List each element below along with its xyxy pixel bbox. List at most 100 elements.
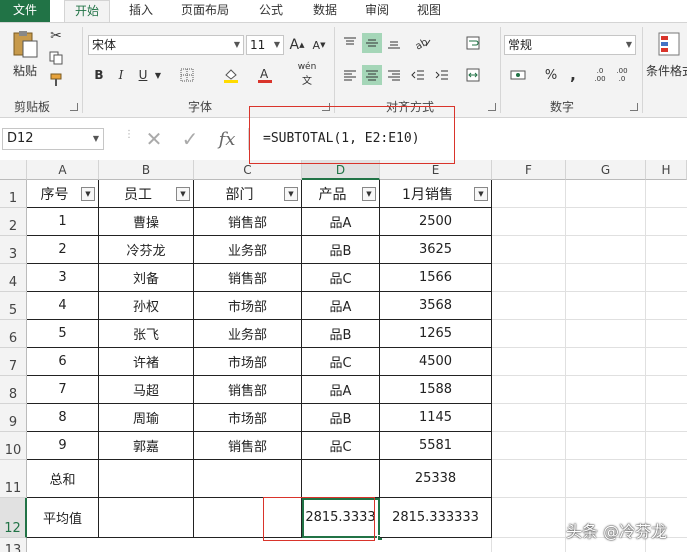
- filter-dropdown-icon[interactable]: ▼: [362, 187, 376, 201]
- table-cell[interactable]: 销售部: [194, 432, 302, 460]
- table-cell[interactable]: 9: [27, 432, 99, 460]
- table-cell[interactable]: 1566: [380, 264, 492, 292]
- align-right-icon[interactable]: [384, 65, 404, 85]
- table-cell[interactable]: 冷芬龙: [99, 236, 194, 264]
- tab-data[interactable]: 数据: [302, 0, 348, 22]
- table-cell[interactable]: 品B: [302, 404, 380, 432]
- filter-dropdown-icon[interactable]: ▼: [474, 187, 488, 201]
- borders-icon[interactable]: [176, 65, 198, 85]
- number-format-dropdown[interactable]: 常规 ▼: [504, 35, 636, 55]
- copy-icon[interactable]: [46, 49, 66, 67]
- table-cell[interactable]: 市场部: [194, 404, 302, 432]
- row-header-11[interactable]: 11: [0, 460, 27, 498]
- table-cell[interactable]: 周瑜: [99, 404, 194, 432]
- table-cell[interactable]: 孙权: [99, 292, 194, 320]
- font-name-dropdown[interactable]: 宋体 ▼: [88, 35, 244, 55]
- font-color-icon[interactable]: A: [254, 65, 276, 85]
- table-cell[interactable]: 7: [27, 376, 99, 404]
- wrap-text-icon[interactable]: [462, 33, 484, 53]
- select-all-corner[interactable]: [0, 160, 27, 180]
- align-bottom-icon[interactable]: [384, 33, 404, 53]
- table-cell[interactable]: 品B: [302, 236, 380, 264]
- table-cell[interactable]: 6: [27, 348, 99, 376]
- table-cell[interactable]: 4: [27, 292, 99, 320]
- table-cell[interactable]: 1: [27, 208, 99, 236]
- row-header-9[interactable]: 9: [0, 404, 27, 432]
- align-left-icon[interactable]: [340, 65, 360, 85]
- increase-indent-icon[interactable]: [432, 65, 452, 85]
- table-cell[interactable]: 销售部: [194, 264, 302, 292]
- table-cell[interactable]: 1265: [380, 320, 492, 348]
- conditional-formatting-icon[interactable]: [654, 29, 684, 59]
- column-header-b[interactable]: B: [99, 160, 194, 180]
- tab-page-layout[interactable]: 页面布局: [172, 0, 238, 22]
- table-cell[interactable]: [194, 460, 302, 498]
- column-header-a[interactable]: A: [27, 160, 99, 180]
- row-header-8[interactable]: 8: [0, 376, 27, 404]
- paste-icon[interactable]: [8, 27, 42, 61]
- table-cell[interactable]: 3625: [380, 236, 492, 264]
- row-header-6[interactable]: 6: [0, 320, 27, 348]
- phonetic-icon[interactable]: wén 文: [296, 62, 318, 87]
- italic-button[interactable]: I: [112, 65, 130, 85]
- decrease-indent-icon[interactable]: [408, 65, 428, 85]
- currency-icon[interactable]: [506, 65, 530, 85]
- row-header-3[interactable]: 3: [0, 236, 27, 264]
- tab-view[interactable]: 视图: [406, 0, 452, 22]
- table-cell[interactable]: 平均值: [27, 498, 99, 538]
- table-cell[interactable]: 市场部: [194, 348, 302, 376]
- table-cell[interactable]: 品A: [302, 376, 380, 404]
- row-header-1[interactable]: 1: [0, 180, 27, 208]
- table-cell[interactable]: 4500: [380, 348, 492, 376]
- table-cell[interactable]: 市场部: [194, 292, 302, 320]
- table-cell[interactable]: 2500: [380, 208, 492, 236]
- table-cell[interactable]: 1588: [380, 376, 492, 404]
- font-size-dropdown[interactable]: 11 ▼: [246, 35, 284, 55]
- header-cell[interactable]: 1月销售 ▼: [380, 180, 492, 208]
- header-cell[interactable]: 部门 ▼: [194, 180, 302, 208]
- row-header-7[interactable]: 7: [0, 348, 27, 376]
- table-cell[interactable]: [99, 498, 194, 538]
- table-cell[interactable]: 业务部: [194, 236, 302, 264]
- filter-dropdown-icon[interactable]: ▼: [81, 187, 95, 201]
- conditional-formatting-button[interactable]: 条件格式: [646, 63, 687, 78]
- align-top-icon[interactable]: [340, 33, 360, 53]
- shrink-font-button[interactable]: A ▼: [310, 35, 328, 55]
- header-cell[interactable]: 员工 ▼: [99, 180, 194, 208]
- table-cell[interactable]: 刘备: [99, 264, 194, 292]
- table-cell[interactable]: 销售部: [194, 376, 302, 404]
- table-cell[interactable]: 曹操: [99, 208, 194, 236]
- table-cell[interactable]: 业务部: [194, 320, 302, 348]
- table-cell[interactable]: 马超: [99, 376, 194, 404]
- orientation-icon[interactable]: ab: [410, 33, 436, 53]
- row-header-13[interactable]: 13: [0, 538, 27, 552]
- alignment-launcher-icon[interactable]: [488, 103, 496, 111]
- cut-icon[interactable]: ✂: [46, 27, 66, 45]
- align-middle-icon[interactable]: [362, 33, 382, 53]
- filter-dropdown-icon[interactable]: ▼: [176, 187, 190, 201]
- row-header-4[interactable]: 4: [0, 264, 27, 292]
- row-header-12[interactable]: 12: [0, 498, 27, 538]
- table-cell[interactable]: 总和: [27, 460, 99, 498]
- table-cell[interactable]: 许褚: [99, 348, 194, 376]
- row-header-10[interactable]: 10: [0, 432, 27, 460]
- table-cell[interactable]: [302, 460, 380, 498]
- confirm-icon[interactable]: ✓: [178, 127, 202, 151]
- table-cell[interactable]: 品C: [302, 432, 380, 460]
- tab-insert[interactable]: 插入: [118, 0, 164, 22]
- cancel-icon[interactable]: ✕: [142, 127, 166, 151]
- header-cell[interactable]: 序号 ▼: [27, 180, 99, 208]
- column-header-g[interactable]: G: [566, 160, 646, 180]
- underline-button[interactable]: U: [134, 65, 152, 85]
- table-cell[interactable]: 3568: [380, 292, 492, 320]
- row-header-2[interactable]: 2: [0, 208, 27, 236]
- header-cell[interactable]: 产品 ▼: [302, 180, 380, 208]
- table-cell[interactable]: 品C: [302, 348, 380, 376]
- fill-color-icon[interactable]: [220, 65, 242, 85]
- table-cell[interactable]: 1145: [380, 404, 492, 432]
- bold-button[interactable]: B: [90, 65, 108, 85]
- clipboard-launcher-icon[interactable]: [70, 103, 78, 111]
- column-header-h[interactable]: H: [646, 160, 687, 180]
- table-cell[interactable]: 张飞: [99, 320, 194, 348]
- name-box[interactable]: D12 ▼: [2, 128, 104, 150]
